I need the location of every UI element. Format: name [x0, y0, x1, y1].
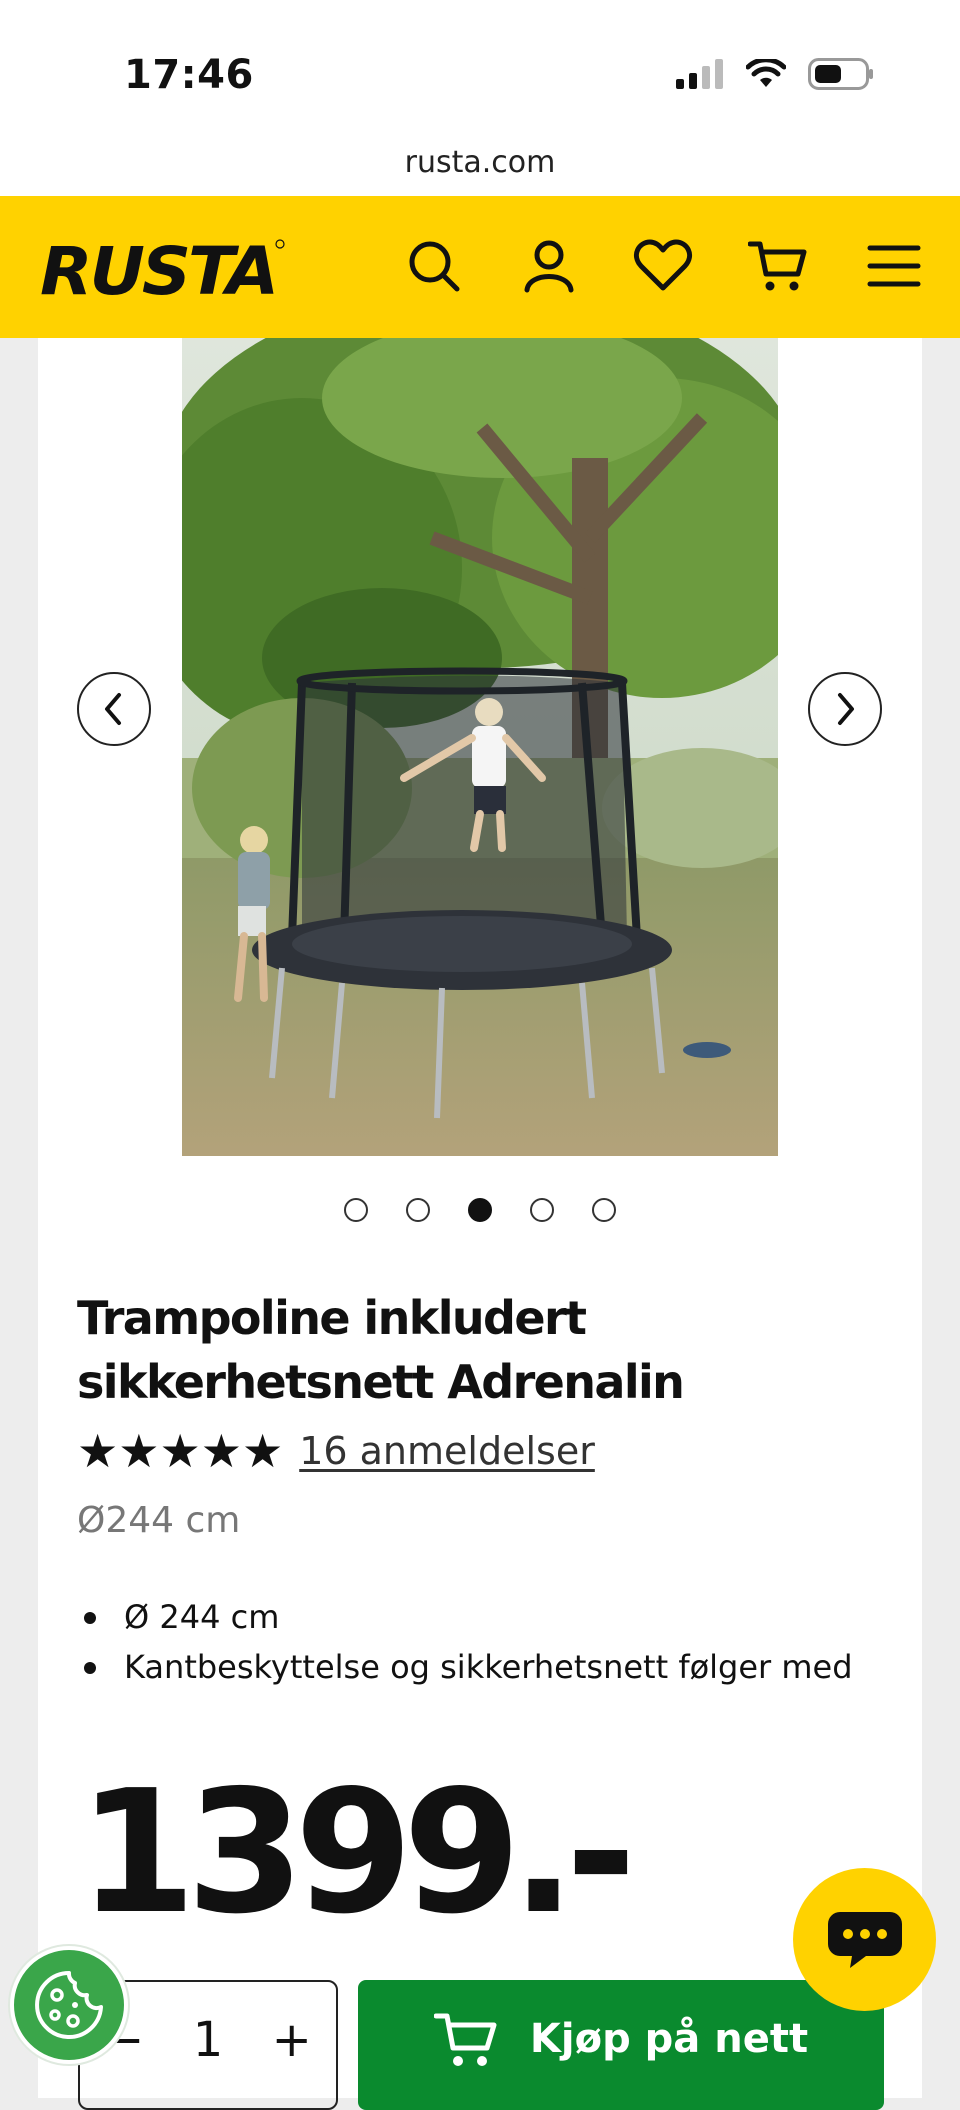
status-bar: 17:46 — [0, 0, 960, 130]
signal-icon — [676, 59, 723, 89]
rusta-logo[interactable]: RUSTA — [36, 232, 288, 310]
cookie-settings-button[interactable] — [10, 1946, 128, 2064]
gallery-dot-active[interactable] — [468, 1198, 492, 1222]
reviews-link[interactable]: 16 anmeldelser — [299, 1429, 595, 1473]
product-variant: Ø244 cm — [77, 1500, 241, 1541]
gallery-next-button[interactable] — [808, 672, 882, 746]
status-icons — [676, 58, 874, 90]
cart-icon — [433, 2013, 497, 2066]
gallery-dot[interactable] — [344, 1198, 368, 1222]
feature-list: Ø 244 cm Kantbeskyttelse og sikkerhetsne… — [82, 1592, 853, 1692]
chevron-right-icon — [838, 693, 854, 725]
gallery-dots — [0, 1198, 960, 1222]
buy-online-button[interactable]: Kjøp på nett — [358, 1980, 884, 2110]
menu-icon[interactable] — [862, 234, 926, 298]
feature-item: Ø 244 cm — [82, 1592, 853, 1642]
cart-icon[interactable] — [746, 234, 810, 298]
site-header: RUSTA — [0, 196, 960, 338]
product-price: 1399.- — [78, 1754, 636, 1952]
heart-icon[interactable] — [631, 234, 695, 298]
wifi-icon — [746, 59, 786, 87]
cookie-icon — [35, 1971, 103, 2039]
chat-button[interactable] — [793, 1868, 936, 2011]
browser-url[interactable]: rusta.com — [0, 130, 960, 196]
svg-text:RUSTA: RUSTA — [40, 233, 276, 302]
product-title: Trampoline inkludert sikkerhetsnett Adre… — [77, 1291, 685, 1409]
gallery-dot[interactable] — [592, 1198, 616, 1222]
product-image[interactable] — [182, 338, 778, 1156]
rating-stars: ★★★★★ — [77, 1425, 284, 1477]
gallery-dot[interactable] — [530, 1198, 554, 1222]
status-time: 17:46 — [124, 52, 254, 98]
gallery-dot[interactable] — [406, 1198, 430, 1222]
buy-button-label: Kjøp på nett — [529, 2016, 809, 2062]
battery-icon — [808, 58, 873, 90]
gallery-prev-button[interactable] — [77, 672, 151, 746]
account-icon[interactable] — [517, 234, 581, 298]
chat-icon — [827, 1911, 902, 1968]
search-icon[interactable] — [402, 234, 466, 298]
qty-plus-button[interactable]: + — [272, 2004, 312, 2076]
rating-row: ★★★★★ 16 anmeldelser — [77, 1428, 595, 1474]
chevron-left-icon — [105, 693, 121, 725]
qty-value[interactable]: 1 — [193, 2004, 224, 2076]
feature-item: Kantbeskyttelse og sikkerhetsnett følger… — [82, 1642, 853, 1692]
